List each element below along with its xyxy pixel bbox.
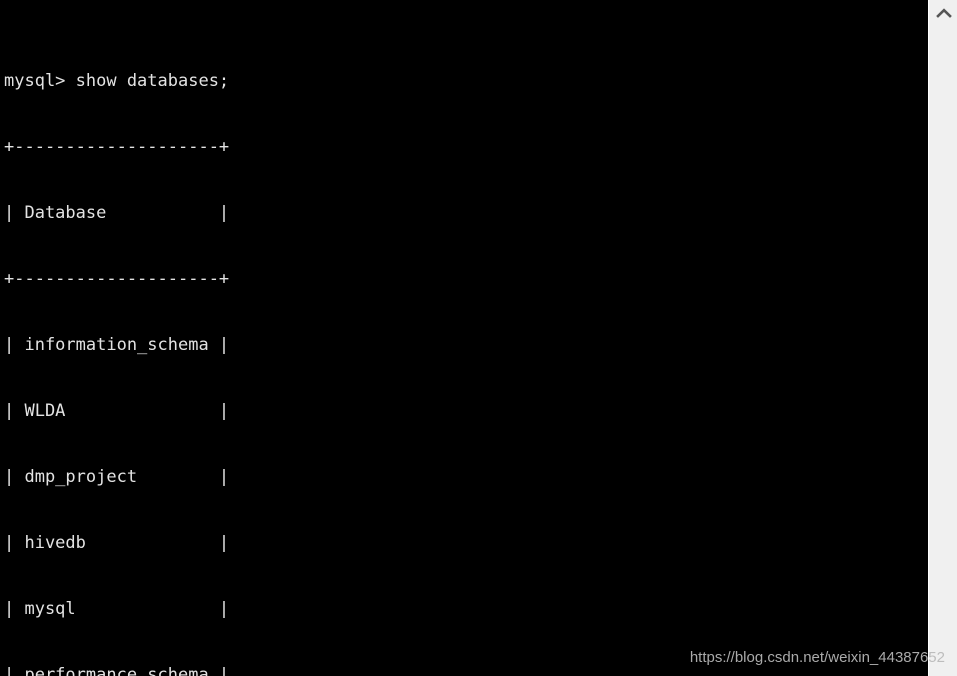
- terminal-line: | dmp_project |: [4, 467, 230, 487]
- terminal-output-area[interactable]: mysql> show databases; +----------------…: [0, 0, 928, 676]
- terminal-window: mysql> show databases; +----------------…: [0, 0, 957, 676]
- terminal-line: | Database |: [4, 203, 230, 223]
- terminal-text: mysql> show databases; +----------------…: [4, 4, 928, 676]
- terminal-line: mysql> show databases;: [4, 71, 230, 91]
- terminal-line: | performance_schema |: [4, 665, 230, 676]
- vertical-scrollbar[interactable]: [928, 0, 957, 676]
- scroll-up-button[interactable]: [929, 0, 957, 26]
- terminal-line: | hivedb |: [4, 533, 230, 553]
- chevron-up-icon: [935, 7, 952, 19]
- terminal-line: | mysql |: [4, 599, 230, 619]
- terminal-line: | WLDA |: [4, 401, 230, 421]
- terminal-line: +--------------------+: [4, 269, 230, 289]
- terminal-line: +--------------------+: [4, 137, 230, 157]
- scrollbar-track[interactable]: [929, 26, 957, 676]
- terminal-line: | information_schema |: [4, 335, 230, 355]
